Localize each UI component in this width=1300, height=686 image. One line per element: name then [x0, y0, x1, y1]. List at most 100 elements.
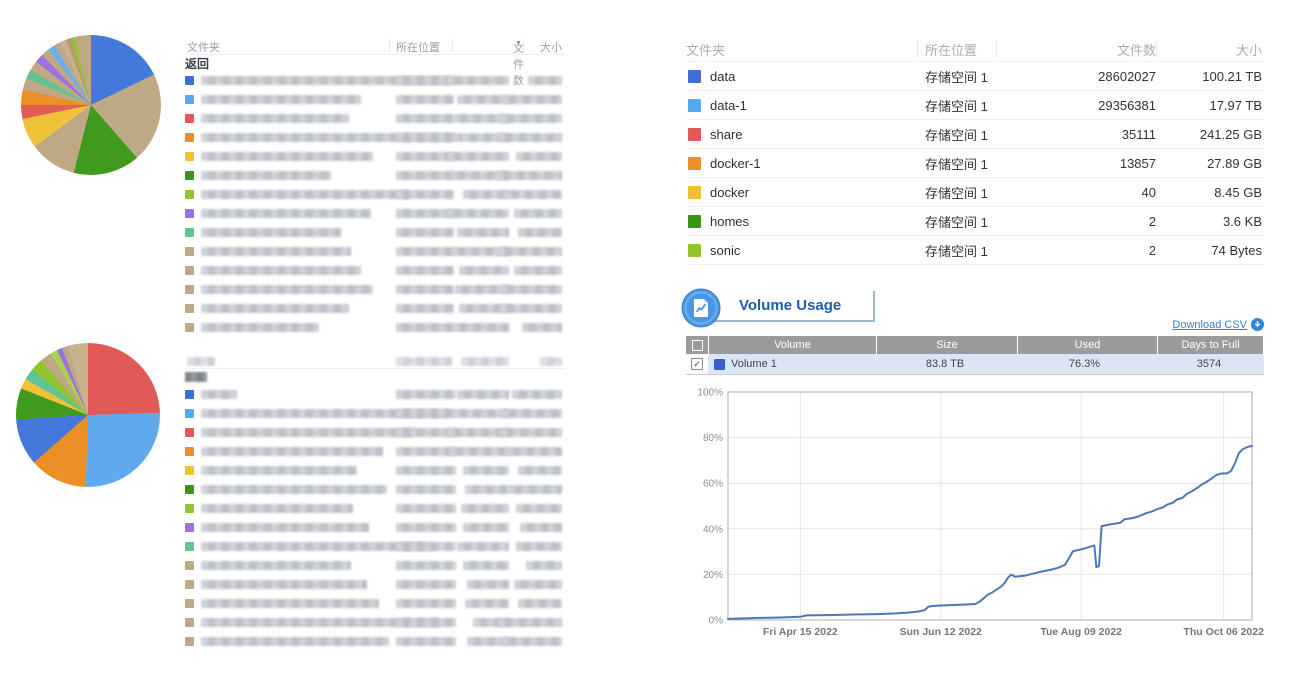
redacted-folder-name	[201, 266, 361, 275]
redacted-folder-row[interactable]	[185, 280, 565, 299]
folder-row[interactable]: data-1 存储空间 1 29356381 17.97 TB	[686, 91, 1264, 120]
redacted-size	[502, 409, 562, 418]
folder-row[interactable]: docker 存储空间 1 40 8.45 GB	[686, 178, 1264, 207]
redacted-folder-row[interactable]	[185, 594, 565, 613]
redacted-folder-row[interactable]	[185, 242, 565, 261]
folder-color-chip	[185, 304, 194, 313]
redacted-folder-row[interactable]	[185, 423, 565, 442]
redacted-folder-row[interactable]	[185, 147, 565, 166]
folder-list-bottom	[185, 352, 565, 651]
redacted-header-size[interactable]	[540, 357, 562, 366]
folder-row[interactable]: data 存储空间 1 28602027 100.21 TB	[686, 62, 1264, 91]
download-csv: Download CSV	[1172, 318, 1264, 331]
download-csv-link[interactable]: Download CSV	[1172, 319, 1247, 331]
folder-color-chip	[185, 323, 194, 332]
folder-color-chip	[185, 580, 194, 589]
select-all-checkbox[interactable]	[686, 336, 708, 354]
redacted-location	[396, 114, 454, 123]
redacted-header-folder[interactable]	[187, 357, 215, 366]
redacted-count	[447, 76, 509, 85]
redacted-location	[396, 304, 454, 313]
redacted-count	[459, 266, 509, 275]
redacted-header-count[interactable]	[461, 357, 509, 366]
redacted-folder-row[interactable]	[185, 90, 565, 109]
redacted-folder-row[interactable]	[185, 223, 565, 242]
redacted-folder-row[interactable]	[185, 613, 565, 632]
redacted-folder-row[interactable]	[185, 261, 565, 280]
redacted-folder-row[interactable]	[185, 385, 565, 404]
back-link-redacted[interactable]	[185, 372, 207, 382]
column-header-used[interactable]: Used	[1018, 336, 1157, 354]
folder-row[interactable]: sonic 存储空间 1 2 74 Bytes	[686, 236, 1264, 265]
redacted-folder-name	[201, 637, 389, 646]
redacted-size	[500, 428, 562, 437]
redacted-folder-row[interactable]	[185, 632, 565, 651]
column-header-volume[interactable]: Volume	[709, 336, 876, 354]
redacted-folder-row[interactable]	[185, 442, 565, 461]
redacted-size	[504, 190, 562, 199]
redacted-count	[463, 561, 509, 570]
folder-location: 存储空间 1	[917, 67, 996, 86]
x-axis-tick-label: Sun Jun 12 2022	[900, 626, 982, 638]
folder-row[interactable]: share 存储空间 1 35111 241.25 GB	[686, 120, 1264, 149]
redacted-folder-row[interactable]	[185, 109, 565, 128]
volume-color-chip	[714, 359, 725, 370]
folder-color-chip	[185, 285, 194, 294]
column-header-size[interactable]: Size	[877, 336, 1017, 354]
section-title: Volume Usage	[739, 297, 841, 314]
column-header-folder[interactable]: 文件夹	[187, 39, 220, 55]
redacted-size	[498, 133, 562, 142]
redacted-folder-row[interactable]	[185, 480, 565, 499]
column-header-size[interactable]: 大小	[540, 39, 562, 55]
redacted-folder-row[interactable]	[185, 575, 565, 594]
redacted-folder-row[interactable]	[185, 518, 565, 537]
redacted-folder-row[interactable]	[185, 318, 565, 337]
column-header-location[interactable]: 所在位置	[396, 39, 440, 55]
redacted-location	[396, 323, 454, 332]
redacted-folder-row[interactable]	[185, 461, 565, 480]
redacted-folder-row[interactable]	[185, 166, 565, 185]
header-separator	[1156, 41, 1157, 57]
folder-row[interactable]: docker-1 存储空间 1 13857 27.89 GB	[686, 149, 1264, 178]
folder-color-chip	[185, 266, 194, 275]
redacted-folder-row[interactable]	[185, 299, 565, 318]
redacted-size	[514, 209, 562, 218]
redacted-folder-row[interactable]	[185, 71, 565, 90]
volume-row[interactable]: ✓ Volume 1 83.8 TB 76.3% 3574	[686, 354, 1264, 374]
y-axis-tick-label: 100%	[697, 388, 723, 399]
folder-color-chip	[688, 244, 701, 257]
redacted-folder-row[interactable]	[185, 537, 565, 556]
y-axis-tick-label: 20%	[703, 570, 723, 581]
redacted-count	[465, 599, 509, 608]
folder-color-chip	[185, 114, 194, 123]
redacted-folder-row[interactable]	[185, 404, 565, 423]
redacted-folder-name	[201, 228, 341, 237]
redacted-folder-row[interactable]	[185, 204, 565, 223]
column-header-location[interactable]: 所在位置	[917, 40, 996, 59]
redacted-header-location[interactable]	[396, 357, 452, 366]
volume-checkbox[interactable]: ✓	[691, 358, 703, 370]
column-header-days-to-full[interactable]: Days to Full	[1158, 336, 1263, 354]
redacted-folder-row[interactable]	[185, 128, 565, 147]
folder-name: data	[710, 69, 735, 84]
folder-color-chip	[185, 76, 194, 85]
column-header-size[interactable]: 大小	[1156, 40, 1264, 59]
redacted-location	[396, 542, 456, 551]
redacted-location	[396, 266, 454, 275]
folder-row[interactable]: homes 存储空间 1 2 3.6 KB	[686, 207, 1264, 236]
download-icon[interactable]	[1251, 318, 1264, 331]
column-header-count[interactable]: 文件数	[996, 40, 1156, 59]
redacted-count	[463, 466, 509, 475]
folder-count: 40	[996, 185, 1156, 200]
back-link[interactable]: 返回	[185, 55, 209, 72]
redacted-folder-row[interactable]	[185, 556, 565, 575]
folder-size: 17.97 TB	[1156, 98, 1264, 113]
redacted-folder-row[interactable]	[185, 499, 565, 518]
redacted-folder-name	[201, 247, 351, 256]
redacted-folder-row[interactable]	[185, 185, 565, 204]
redacted-size	[516, 152, 562, 161]
redacted-size	[500, 285, 562, 294]
column-header-folder[interactable]: 文件夹	[686, 40, 917, 59]
folder-name: docker-1	[710, 156, 761, 171]
redacted-count	[457, 542, 509, 551]
